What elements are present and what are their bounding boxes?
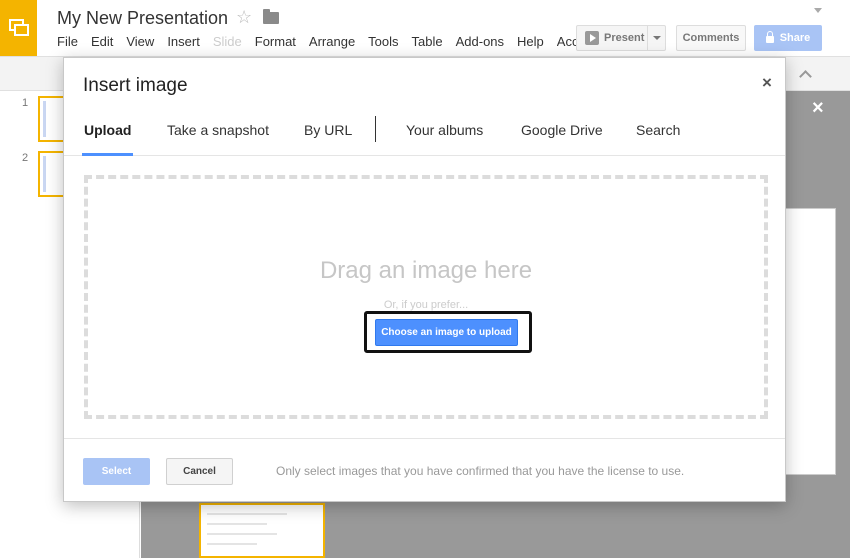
dialog-tabs: Upload Take a snapshot By URL Your album… [64, 112, 785, 156]
menu-edit[interactable]: Edit [91, 34, 113, 49]
slide-number: 2 [22, 152, 29, 164]
menu-file[interactable]: File [57, 34, 78, 49]
tab-divider [375, 116, 376, 142]
menu-help[interactable]: Help [517, 34, 544, 49]
license-note: Only select images that you have confirm… [276, 464, 685, 478]
overlay-close-icon[interactable]: × [812, 98, 824, 118]
share-button[interactable]: Share [754, 25, 822, 51]
preview-line [207, 523, 267, 525]
menu-insert[interactable]: Insert [167, 34, 200, 49]
play-icon [585, 31, 599, 45]
tab-your-albums[interactable]: Your albums [406, 122, 483, 156]
comments-button[interactable]: Comments [676, 25, 746, 51]
slides-logo-icon[interactable] [0, 0, 37, 56]
menu-accessibility[interactable]: Acc [557, 34, 577, 49]
tab-take-snapshot[interactable]: Take a snapshot [167, 122, 269, 156]
lock-icon [765, 31, 774, 43]
present-button[interactable]: Present [576, 25, 666, 51]
folder-icon[interactable] [263, 9, 279, 24]
dialog-title: Insert image [83, 75, 188, 96]
collapse-chevron-icon[interactable] [799, 70, 812, 83]
tab-by-url[interactable]: By URL [304, 122, 352, 156]
slide-canvas[interactable] [785, 208, 836, 475]
tab-upload[interactable]: Upload [82, 122, 134, 156]
menu-format[interactable]: Format [255, 34, 296, 49]
menu-add-ons[interactable]: Add-ons [456, 34, 504, 49]
menu-view[interactable]: View [126, 34, 154, 49]
preview-line [207, 543, 257, 545]
menu-slide[interactable]: Slide [213, 34, 242, 49]
thumbnail-content [43, 156, 46, 192]
tab-google-drive[interactable]: Google Drive [521, 122, 603, 156]
present-label: Present [604, 32, 645, 44]
menu-tools[interactable]: Tools [368, 34, 398, 49]
choose-image-button[interactable]: Choose an image to upload [375, 319, 518, 346]
slide-preview [199, 503, 325, 558]
drop-zone-title: Drag an image here [319, 257, 533, 284]
dialog-footer: Select Cancel Only select images that yo… [64, 438, 785, 501]
drop-zone-subtitle: Or, if you prefer... [383, 299, 469, 311]
share-label: Share [779, 32, 811, 44]
star-icon[interactable]: ☆ [236, 7, 252, 28]
menu-table[interactable]: Table [412, 34, 443, 49]
insert-image-dialog: Insert image × Upload Take a snapshot By… [63, 57, 786, 502]
caret-down-icon[interactable] [814, 8, 822, 13]
present-dropdown-icon[interactable] [647, 26, 665, 50]
preview-line [207, 513, 287, 515]
select-button[interactable]: Select [83, 458, 150, 485]
thumbnail-content [43, 101, 46, 137]
image-drop-zone[interactable]: Drag an image here Or, if you prefer... … [84, 175, 768, 419]
tab-search[interactable]: Search [636, 122, 680, 156]
menu-bar: File Edit View Insert Slide Format Arran… [57, 34, 577, 49]
menu-arrange[interactable]: Arrange [309, 34, 355, 49]
preview-line [207, 533, 277, 535]
slide-number: 1 [22, 97, 29, 109]
document-title[interactable]: My New Presentation [57, 8, 228, 29]
close-icon[interactable]: × [762, 74, 772, 91]
app-header: My New Presentation ☆ File Edit View Ins… [0, 0, 850, 56]
cancel-button[interactable]: Cancel [166, 458, 233, 485]
